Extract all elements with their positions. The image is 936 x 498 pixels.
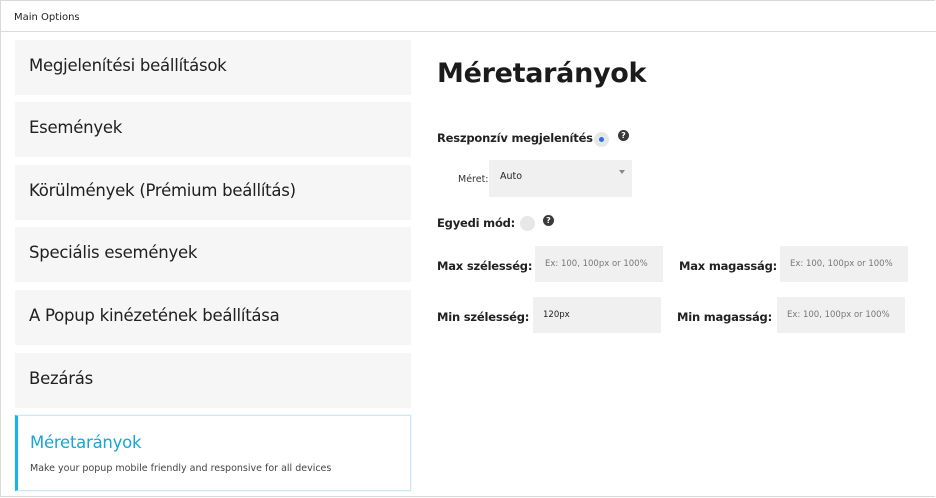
nav-item-special-events[interactable]: Speciális események: [15, 227, 411, 282]
nav-item-description: Make your popup mobile friendly and resp…: [30, 463, 332, 474]
min-width-label: Min szélesség:: [437, 310, 530, 324]
nav-item-label: Speciális események: [29, 243, 198, 262]
min-width-input[interactable]: [533, 297, 661, 333]
main-options-panel: Main Options Megjelenítési beállítások E…: [0, 0, 936, 497]
nav-item-display-settings[interactable]: Megjelenítési beállítások: [15, 40, 411, 95]
max-width-label: Max szélesség:: [437, 259, 533, 273]
responsive-mode-label: Reszponzív megjelenítés :: [437, 131, 602, 145]
responsive-mode-radio[interactable]: [594, 132, 609, 147]
nav-item-label: Megjelenítési beállítások: [29, 56, 227, 75]
nav-item-closing[interactable]: Bezárás: [15, 353, 411, 408]
panel-header: Main Options: [1, 1, 936, 32]
min-height-input[interactable]: [777, 297, 905, 333]
section-title: Méretarányok: [437, 58, 647, 89]
min-height-label: Min magasság:: [677, 310, 772, 324]
custom-mode-label: Egyedi mód:: [437, 216, 516, 230]
size-label: Méret:: [458, 174, 489, 185]
custom-mode-radio[interactable]: [520, 216, 535, 231]
size-select-value: Auto: [500, 171, 523, 182]
nav-item-label: A Popup kinézetének beállítása: [29, 306, 280, 325]
nav-item-label: Események: [29, 118, 123, 137]
max-width-input[interactable]: [535, 246, 663, 282]
nav-item-label: Bezárás: [29, 369, 93, 388]
chevron-down-icon: [619, 170, 625, 174]
nav-item-label: Méretarányok: [30, 433, 142, 452]
nav-item-conditions[interactable]: Körülmények (Prémium beállítás): [15, 165, 411, 220]
size-select[interactable]: Auto: [489, 160, 632, 197]
help-icon[interactable]: ?: [543, 215, 554, 226]
help-icon[interactable]: ?: [618, 130, 629, 141]
panel-title: Main Options: [14, 12, 80, 23]
max-height-input[interactable]: [780, 246, 908, 282]
nav-item-popup-design[interactable]: A Popup kinézetének beállítása: [15, 290, 411, 345]
nav-item-events[interactable]: Események: [15, 102, 411, 157]
nav-item-label: Körülmények (Prémium beállítás): [29, 181, 296, 200]
max-height-label: Max magasság:: [679, 259, 778, 273]
nav-item-dimensions[interactable]: Méretarányok Make your popup mobile frie…: [15, 415, 411, 491]
